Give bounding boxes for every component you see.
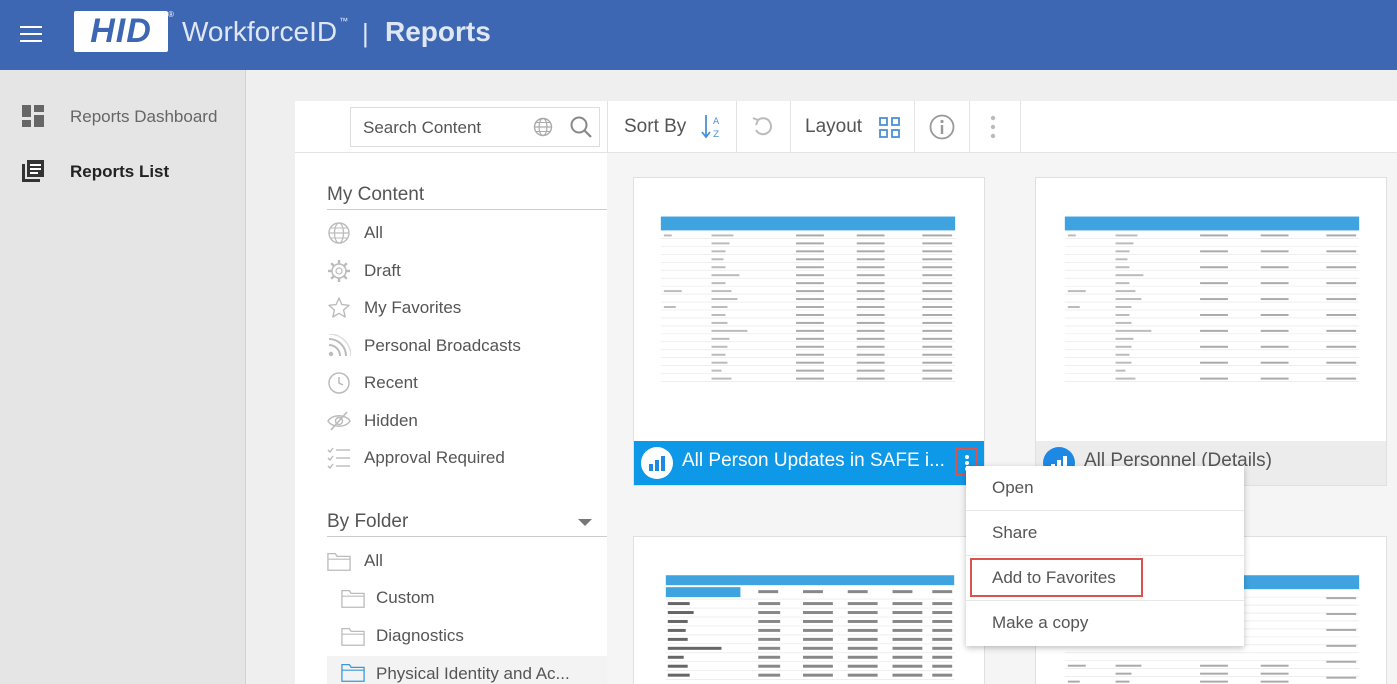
- report-thumbnail: [1064, 216, 1360, 382]
- toolbar-divider: [1020, 101, 1021, 153]
- trademark-mark: ™: [339, 16, 349, 26]
- app-name: WorkforceID ™: [182, 16, 348, 48]
- content-item-my-favorites[interactable]: My Favorites: [327, 294, 607, 324]
- menu-item-share[interactable]: Share: [966, 511, 1244, 556]
- context-menu: Open Share Add to Favorites Make a copy: [966, 466, 1244, 646]
- by-folder-title: By Folder: [327, 511, 409, 532]
- report-thumbnail: [665, 575, 955, 680]
- search-input[interactable]: Search Content: [350, 107, 600, 147]
- toolbar-divider: [914, 101, 915, 153]
- clock-icon: [328, 372, 350, 394]
- content-item-personal-broadcasts[interactable]: Personal Broadcasts: [327, 332, 607, 362]
- hamburger-menu-icon[interactable]: [20, 26, 42, 42]
- folder-item-label: Custom: [376, 588, 435, 607]
- sidebar-item-label: Reports List: [70, 162, 170, 181]
- folder-icon: [327, 552, 351, 571]
- content-item-recent[interactable]: Recent: [327, 369, 607, 399]
- star-icon: [328, 297, 350, 318]
- content-item-label: Recent: [364, 373, 418, 392]
- content-item-draft[interactable]: Draft: [327, 257, 607, 287]
- content-item-approval-required[interactable]: Approval Required: [327, 444, 607, 474]
- content-item-label: Approval Required: [364, 448, 505, 467]
- content-filter-panel: My Content All Draft My Favorites Person…: [295, 153, 607, 684]
- svg-text:Z: Z: [713, 130, 719, 140]
- rss-icon: [328, 334, 351, 357]
- report-card[interactable]: All Personnel (Details): [1035, 177, 1387, 486]
- menu-item-make-a-copy[interactable]: Make a copy: [966, 601, 1244, 646]
- more-vertical-icon[interactable]: [989, 115, 997, 139]
- reports-list-icon: [22, 160, 44, 182]
- sort-by-label[interactable]: Sort By: [624, 116, 686, 138]
- toolbar-divider: [969, 101, 970, 153]
- folder-item-custom[interactable]: Custom: [327, 584, 607, 614]
- hid-logo: HID: [74, 11, 168, 52]
- folder-item-label: Physical Identity and Ac...: [376, 664, 570, 683]
- report-card-title: All Person Updates in SAFE i...: [682, 450, 945, 471]
- sidebar: Reports Dashboard Reports List: [0, 70, 246, 684]
- sort-alpha-icon[interactable]: A Z: [700, 113, 724, 141]
- gear-icon: [328, 260, 350, 282]
- chevron-down-icon[interactable]: [578, 519, 592, 527]
- folder-item-all[interactable]: All: [327, 547, 607, 577]
- report-thumbnail: [660, 216, 956, 390]
- checklist-icon: [327, 447, 350, 470]
- folder-icon: [341, 663, 365, 682]
- menu-item-label: Open: [992, 478, 1034, 497]
- app-header: HID ® WorkforceID ™ | Reports: [0, 0, 1397, 70]
- folder-item-label: All: [364, 551, 383, 570]
- toolbar-divider: [607, 101, 608, 153]
- folder-icon: [341, 589, 365, 608]
- toolbar-divider: [736, 101, 737, 153]
- toolbar: Search Content Sort By A Z Layout: [295, 101, 1397, 153]
- report-card[interactable]: [633, 536, 985, 684]
- search-placeholder: Search Content: [363, 118, 482, 137]
- info-icon[interactable]: [929, 114, 955, 140]
- dashboard-icon: [22, 105, 44, 127]
- highlight-box: [970, 558, 1143, 597]
- app-name-text: WorkforceID: [182, 16, 338, 47]
- folder-icon: [341, 627, 365, 646]
- folder-item-diagnostics[interactable]: Diagnostics: [327, 622, 607, 652]
- report-card[interactable]: All Person Updates in SAFE i...: [633, 177, 985, 486]
- grid-layout-icon[interactable]: [879, 117, 900, 138]
- menu-item-label: Make a copy: [992, 613, 1089, 632]
- report-card-title-bar[interactable]: All Person Updates in SAFE i...: [634, 441, 984, 485]
- svg-text:A: A: [713, 117, 720, 127]
- menu-item-label: Share: [992, 523, 1038, 542]
- folder-item-physical-identity[interactable]: Physical Identity and Ac...: [327, 656, 607, 684]
- sidebar-item-reports-list[interactable]: Reports List: [0, 152, 246, 192]
- my-content-title: My Content: [327, 184, 425, 205]
- sidebar-item-label: Reports Dashboard: [70, 107, 218, 126]
- bar-chart-icon: [641, 447, 673, 479]
- sidebar-item-reports-dashboard[interactable]: Reports Dashboard: [0, 97, 246, 137]
- globe-icon: [328, 222, 350, 244]
- registered-mark: ®: [168, 10, 174, 19]
- divider: [327, 209, 607, 210]
- content-item-label: Hidden: [364, 411, 418, 430]
- content-item-label: Personal Broadcasts: [364, 336, 521, 355]
- content-item-label: All: [364, 223, 383, 242]
- toolbar-divider: [790, 101, 791, 153]
- content-item-hidden[interactable]: Hidden: [327, 407, 607, 437]
- search-icon[interactable]: [569, 115, 593, 139]
- section-title: Reports: [385, 16, 491, 47]
- globe-icon[interactable]: [533, 117, 553, 137]
- layout-label[interactable]: Layout: [805, 116, 862, 138]
- undo-icon[interactable]: [751, 116, 775, 138]
- folder-item-label: Diagnostics: [376, 626, 464, 645]
- content-item-all[interactable]: All: [327, 219, 607, 249]
- divider: [327, 536, 607, 537]
- content-item-label: My Favorites: [364, 298, 462, 317]
- title-separator: |: [362, 18, 369, 48]
- content-item-label: Draft: [364, 261, 401, 280]
- eye-off-icon: [327, 411, 351, 431]
- menu-item-open[interactable]: Open: [966, 466, 1244, 511]
